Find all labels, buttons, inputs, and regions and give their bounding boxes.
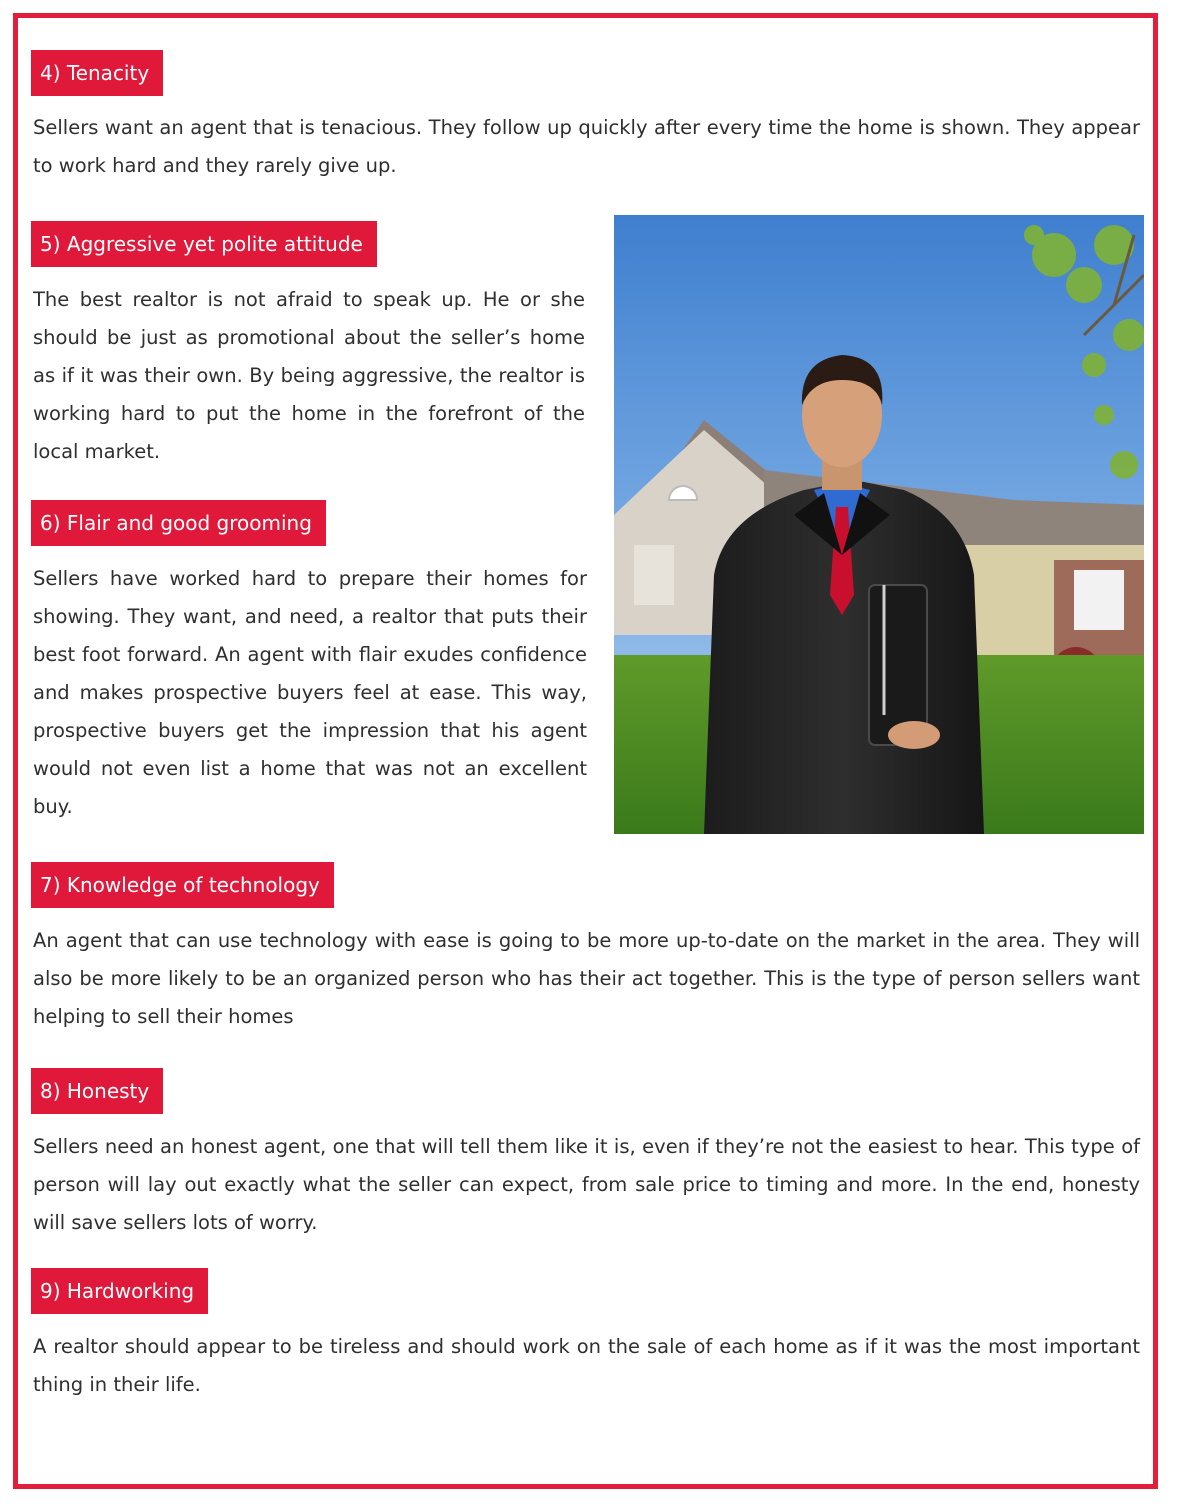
section-heading-flair-grooming: 6) Flair and good grooming bbox=[31, 500, 326, 546]
section-heading-hardworking: 9) Hardworking bbox=[31, 1268, 209, 1314]
section-heading-honesty: 8) Honesty bbox=[31, 1068, 164, 1114]
realtor-photo bbox=[614, 215, 1144, 834]
section-heading-tenacity: 4) Tenacity bbox=[31, 50, 164, 96]
section-heading-technology: 7) Knowledge of technology bbox=[31, 862, 334, 908]
section-text-flair-grooming: Sellers have worked hard to prepare thei… bbox=[33, 567, 587, 818]
section-text-technology: An agent that can use technology with ea… bbox=[33, 929, 1140, 1028]
section-text-hardworking: A realtor should appear to be tireless a… bbox=[33, 1335, 1140, 1396]
section-text-honesty: Sellers need an honest agent, one that w… bbox=[33, 1135, 1140, 1234]
section-text-tenacity: Sellers want an agent that is tenacious.… bbox=[33, 116, 1140, 177]
section-heading-aggressive-attitude: 5) Aggressive yet polite attitude bbox=[31, 221, 377, 267]
section-text-aggressive-attitude: The best realtor is not afraid to speak … bbox=[33, 288, 585, 463]
